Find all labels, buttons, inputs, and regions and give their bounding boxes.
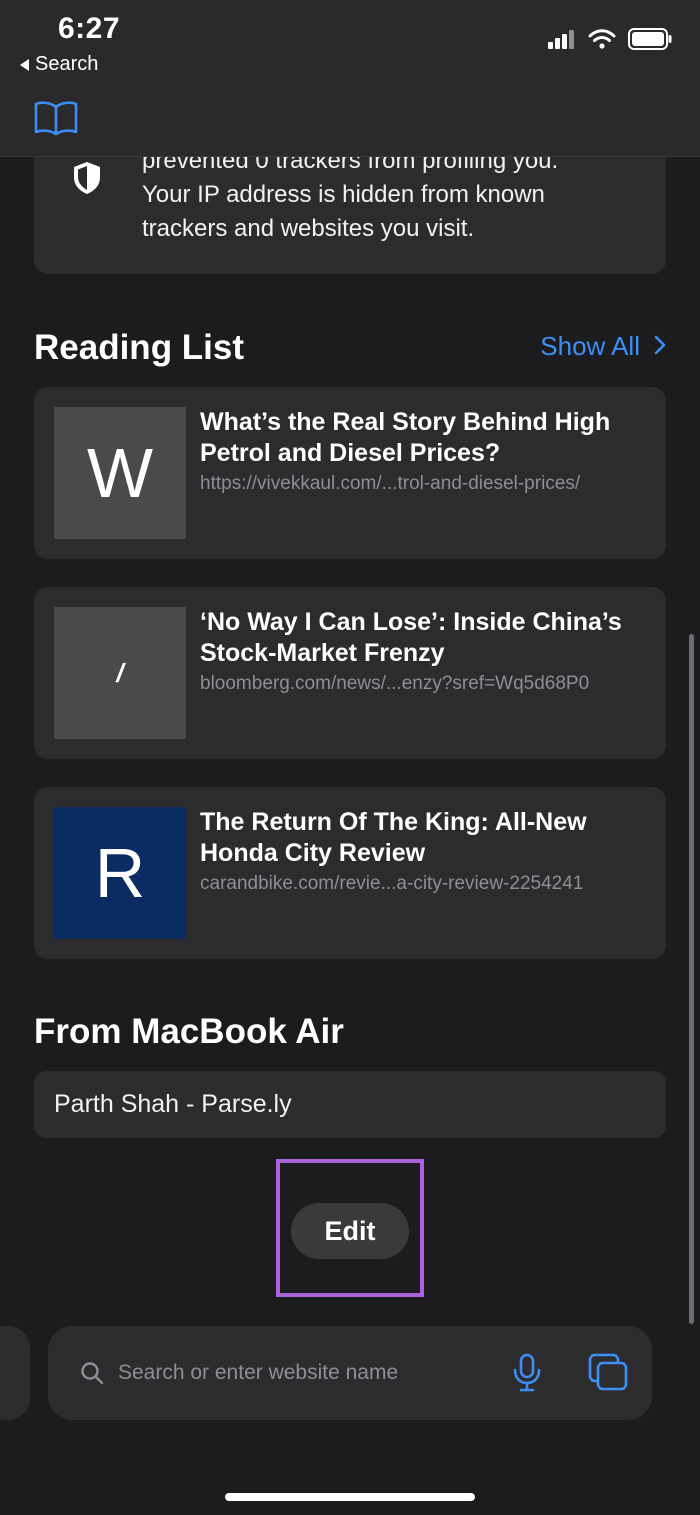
- battery-icon: [628, 28, 672, 55]
- item-url: bloomberg.com/news/...enzy?sref=Wq5d68P0: [200, 673, 590, 694]
- item-title: ‘No Way I Can Lose’: Inside China’s Stoc…: [200, 608, 622, 667]
- mic-icon[interactable]: [512, 1353, 542, 1398]
- privacy-report-text: prevented 0 trackers from profiling you.…: [142, 144, 642, 246]
- reading-list-item[interactable]: W What’s the Real Story Behind High Petr…: [34, 387, 666, 559]
- previous-tab-peek[interactable]: [0, 1326, 30, 1420]
- reading-list-item[interactable]: / ‘No Way I Can Lose’: Inside China’s St…: [34, 587, 666, 759]
- item-thumbnail: R: [54, 807, 186, 939]
- item-title: What’s the Real Story Behind High Petrol…: [200, 408, 611, 467]
- home-indicator[interactable]: [225, 1493, 475, 1501]
- reading-list-item[interactable]: R The Return Of The King: All-New Honda …: [34, 787, 666, 959]
- privacy-line: trackers and websites you visit.: [142, 215, 475, 242]
- cloud-tab-item[interactable]: Parth Shah - Parse.ly: [34, 1071, 666, 1138]
- scroll-indicator[interactable]: [689, 634, 694, 1324]
- back-to-app-link[interactable]: Search: [20, 53, 98, 76]
- cellular-signal-icon: [548, 29, 576, 54]
- privacy-line: Your IP address is hidden from known: [142, 181, 545, 208]
- from-device-title: From MacBook Air: [34, 1012, 344, 1051]
- cloud-tab-label: Parth Shah - Parse.ly: [54, 1090, 292, 1118]
- status-icons: [548, 28, 672, 55]
- book-icon[interactable]: [34, 100, 78, 141]
- address-bar[interactable]: [48, 1326, 652, 1420]
- chevron-right-icon: [654, 331, 666, 362]
- search-icon: [80, 1361, 104, 1390]
- top-bar: 6:27 Search: [0, 0, 700, 157]
- reading-list-title: Reading List: [34, 328, 245, 367]
- tabs-icon[interactable]: [588, 1353, 630, 1398]
- show-all-link[interactable]: Show All: [540, 331, 666, 362]
- search-input[interactable]: [118, 1352, 498, 1394]
- shield-icon: [72, 160, 102, 201]
- status-time: 6:27: [58, 12, 121, 45]
- item-thumbnail: W: [54, 407, 186, 539]
- item-url: carandbike.com/revie...a-city-review-225…: [200, 873, 584, 894]
- show-all-label: Show All: [540, 331, 640, 361]
- item-url: https://vivekkaul.com/...trol-and-diesel…: [200, 473, 581, 494]
- back-label: Search: [35, 53, 99, 75]
- edit-button[interactable]: Edit: [291, 1203, 409, 1259]
- item-thumbnail: /: [54, 607, 186, 739]
- back-arrow-icon: [20, 58, 29, 71]
- item-title: The Return Of The King: All-New Honda Ci…: [200, 808, 587, 867]
- wifi-icon: [588, 29, 616, 54]
